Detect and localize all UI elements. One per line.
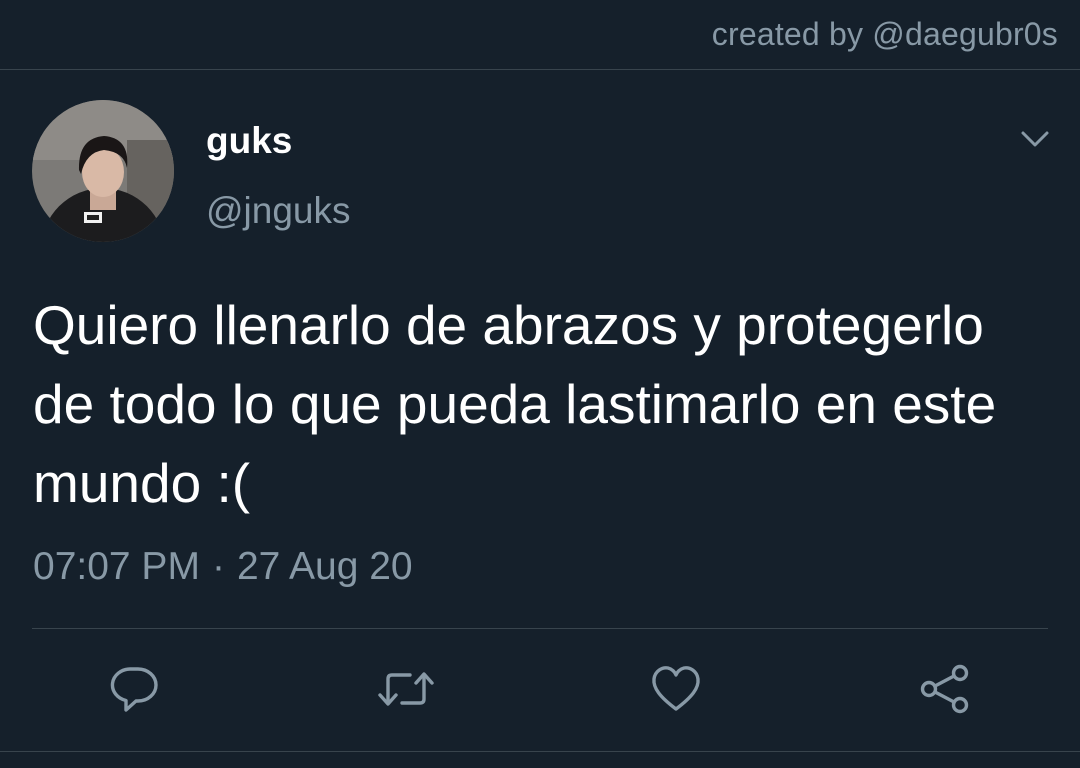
retweet-button[interactable] bbox=[376, 663, 434, 715]
timestamp-separator: · bbox=[211, 545, 225, 588]
display-name[interactable]: guks bbox=[206, 120, 292, 162]
bottom-divider bbox=[0, 751, 1080, 752]
actions-divider bbox=[32, 628, 1048, 629]
tweet-time: 07:07 PM bbox=[33, 545, 200, 588]
like-button[interactable] bbox=[650, 663, 702, 715]
share-icon bbox=[920, 664, 969, 714]
heart-icon bbox=[652, 666, 700, 711]
avatar[interactable] bbox=[32, 100, 174, 242]
tweet-text: Quiero llenarlo de abrazos y protegerlo … bbox=[33, 294, 997, 514]
profile-photo-icon bbox=[32, 100, 174, 242]
tweet-date: 27 Aug 20 bbox=[236, 545, 413, 588]
more-options-chevron-down-icon[interactable] bbox=[1018, 122, 1052, 156]
creator-credit: created by @daegubr0s bbox=[711, 16, 1058, 52]
top-divider bbox=[0, 69, 1080, 70]
reply-icon bbox=[110, 667, 158, 712]
user-handle[interactable]: @jnguks bbox=[206, 190, 351, 232]
retweet-icon bbox=[378, 672, 434, 706]
share-button[interactable] bbox=[918, 663, 970, 715]
tweet-timestamp[interactable]: 07:07 PM · 27 Aug 20 bbox=[33, 545, 413, 589]
reply-button[interactable] bbox=[108, 663, 160, 715]
